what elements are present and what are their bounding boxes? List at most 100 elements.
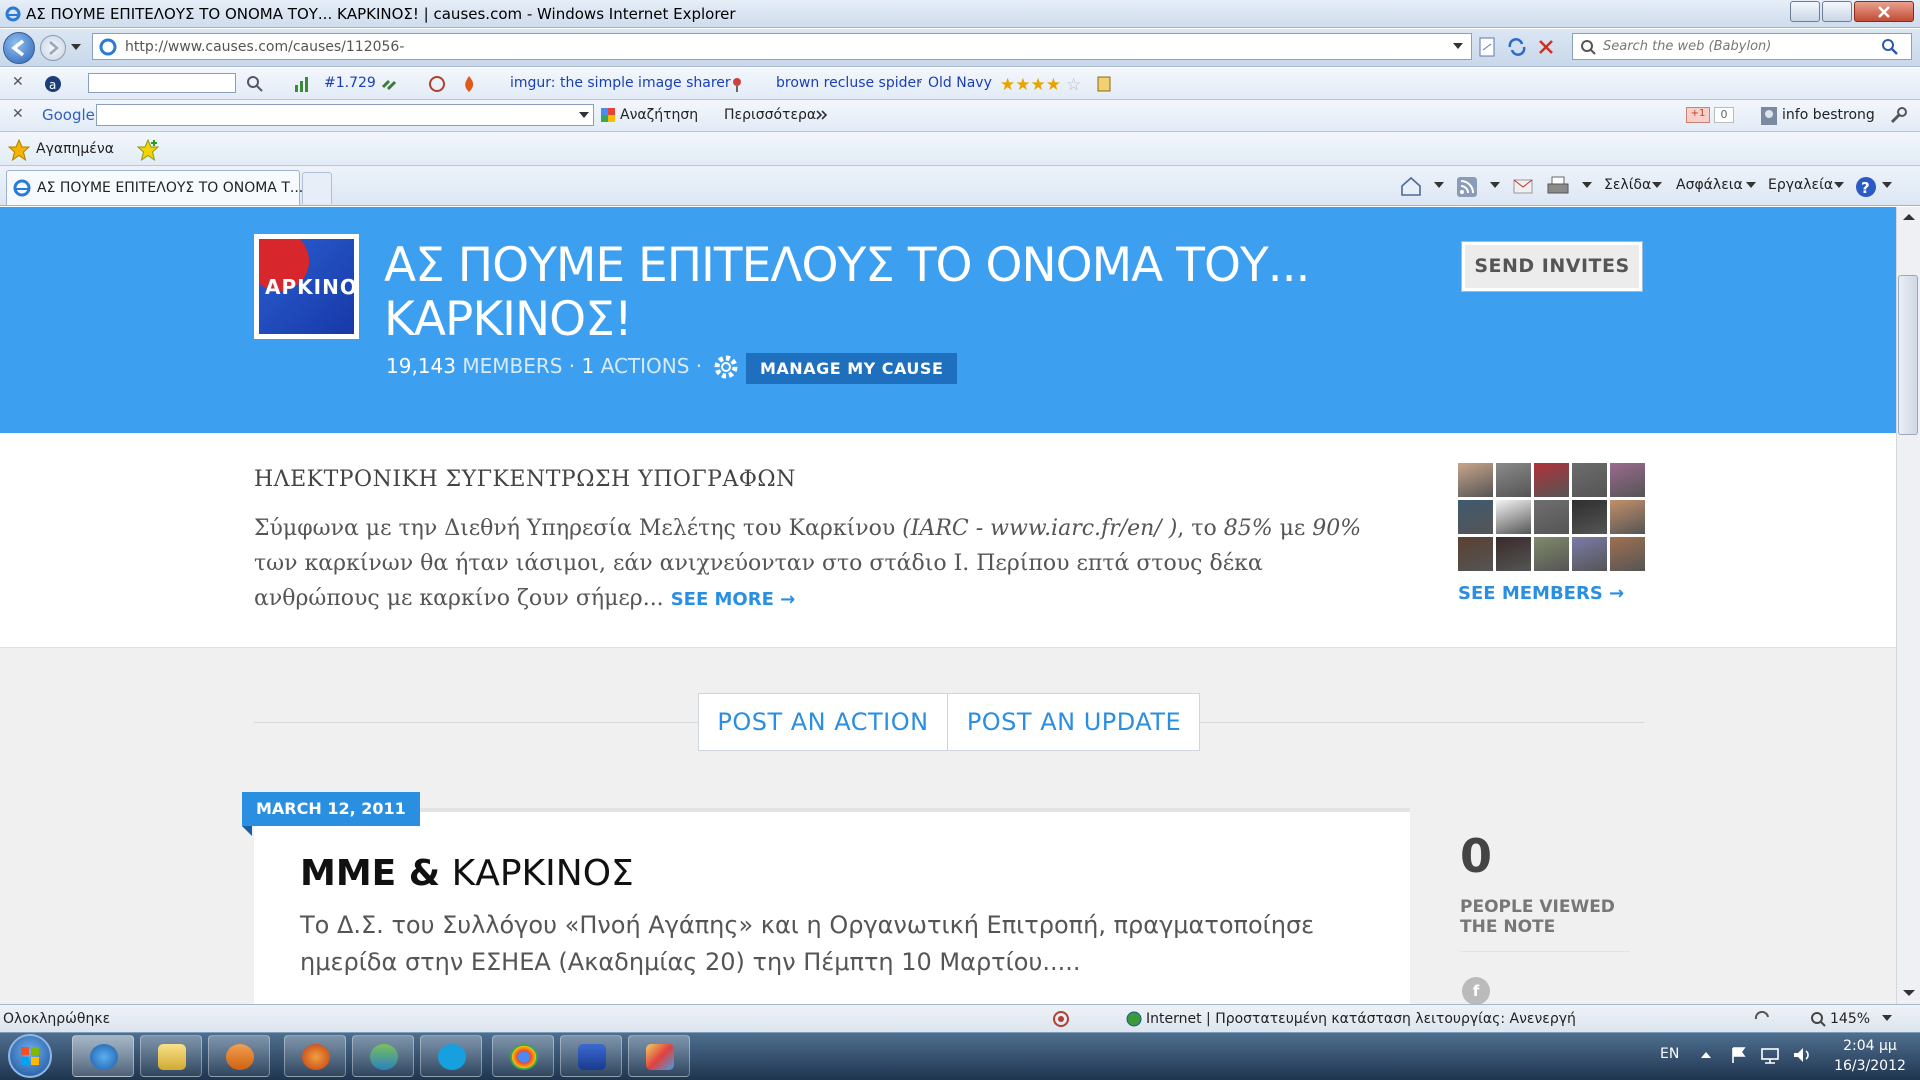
- start-button[interactable]: [8, 1034, 52, 1078]
- see-more-link[interactable]: SEE MORE →: [671, 589, 796, 610]
- forward-button[interactable]: [40, 35, 66, 61]
- taskbar-messenger[interactable]: [352, 1035, 414, 1077]
- scroll-up-icon[interactable]: [1903, 213, 1915, 221]
- security-zone[interactable]: Internet | Προστατευμένη κατάσταση λειτο…: [1146, 1011, 1576, 1027]
- back-button[interactable]: [3, 32, 35, 64]
- help-dropdown-icon[interactable]: [1882, 182, 1892, 190]
- system-clock[interactable]: 2:04 μμ 16/3/2012: [1828, 1036, 1912, 1076]
- google-search-input[interactable]: [96, 104, 594, 126]
- toolbar-logo-icon[interactable]: a: [44, 75, 62, 93]
- help-icon[interactable]: ?: [1854, 175, 1878, 199]
- taskbar-word[interactable]: [560, 1035, 622, 1077]
- members-count[interactable]: 19,143: [386, 354, 456, 378]
- magnifier-icon[interactable]: [246, 75, 264, 93]
- tray-expand-icon[interactable]: [1700, 1050, 1712, 1060]
- member-avatar[interactable]: [1572, 500, 1607, 534]
- taskbar-ie[interactable]: [72, 1035, 134, 1077]
- chevron-down-icon[interactable]: [579, 112, 589, 120]
- add-favorite-icon[interactable]: [136, 138, 162, 162]
- pin-icon[interactable]: [728, 75, 746, 93]
- taskbar-skype[interactable]: [420, 1035, 482, 1077]
- member-avatar[interactable]: [1496, 537, 1531, 571]
- gear-icon[interactable]: [712, 353, 740, 381]
- fire-icon[interactable]: [460, 74, 478, 94]
- wrench-icon[interactable]: [1888, 106, 1912, 126]
- actions-label[interactable]: ACTIONS: [601, 354, 690, 378]
- tab-active[interactable]: ΑΣ ΠΟΥΜΕ ΕΠΙΤΕΛΟΥΣ ΤΟ ΟΝΟΜΑ Τ...: [6, 170, 303, 205]
- history-dropdown-icon[interactable]: [70, 42, 82, 52]
- tools-menu-dropdown-icon[interactable]: [1834, 182, 1844, 190]
- note-title[interactable]: ΜΜΕ & ΚΑΡΚΙΝΟΣ: [300, 853, 634, 894]
- toolbar-link-spider[interactable]: brown recluse spider: [776, 75, 922, 91]
- refresh-icon[interactable]: [1507, 38, 1527, 56]
- action-center-flag-icon[interactable]: [1730, 1046, 1748, 1064]
- rank-value[interactable]: #1.729: [324, 75, 376, 91]
- member-avatar[interactable]: [1496, 500, 1531, 534]
- taskbar-paint[interactable]: [628, 1035, 690, 1077]
- address-dropdown-icon[interactable]: [1453, 43, 1463, 51]
- rss-feed-icon[interactable]: [1456, 176, 1478, 198]
- new-tab-button[interactable]: [302, 172, 332, 204]
- toolbar-close-icon[interactable]: ✕: [12, 106, 24, 122]
- facebook-icon[interactable]: f: [1462, 977, 1490, 1004]
- member-avatar[interactable]: [1534, 537, 1569, 571]
- member-avatar[interactable]: [1458, 463, 1493, 497]
- link-icon[interactable]: [380, 75, 400, 93]
- zoom-level[interactable]: 145%: [1830, 1011, 1870, 1027]
- taskbar-explorer[interactable]: [140, 1035, 202, 1077]
- google-more-button[interactable]: Περισσότερα: [724, 107, 816, 123]
- zoom-dropdown-icon[interactable]: [1882, 1015, 1892, 1023]
- maximize-button[interactable]: [1822, 1, 1852, 22]
- member-avatar[interactable]: [1496, 463, 1531, 497]
- send-invites-button[interactable]: SEND INVITES: [1462, 242, 1642, 291]
- print-icon[interactable]: [1546, 175, 1570, 197]
- cause-logo[interactable]: ΑΡΚΙΝΟ: [254, 234, 359, 339]
- actions-count[interactable]: 1: [582, 354, 595, 378]
- manage-cause-button[interactable]: MANAGE MY CAUSE: [746, 353, 958, 384]
- scroll-down-icon[interactable]: [1903, 989, 1915, 997]
- language-indicator[interactable]: EN: [1660, 1046, 1679, 1062]
- google-search-button[interactable]: Αναζήτηση: [620, 107, 698, 123]
- stop-icon[interactable]: [1537, 38, 1555, 56]
- member-avatar[interactable]: [1458, 537, 1493, 571]
- member-avatar[interactable]: [1534, 463, 1569, 497]
- post-action-button[interactable]: POST AN ACTION: [699, 694, 947, 750]
- toolbar-link-imgur[interactable]: imgur: the simple image sharer: [510, 75, 731, 91]
- member-avatar[interactable]: [1610, 463, 1645, 497]
- see-members-link[interactable]: SEE MEMBERS →: [1458, 583, 1624, 604]
- gplus-icon[interactable]: +1: [1686, 107, 1710, 123]
- taskbar-media-player[interactable]: [208, 1035, 270, 1077]
- page-menu[interactable]: Σελίδα: [1604, 177, 1651, 193]
- post-update-button[interactable]: POST AN UPDATE: [948, 694, 1200, 750]
- google-user-menu[interactable]: info bestrong: [1782, 107, 1875, 123]
- toolbar-link-oldnavy[interactable]: Old Navy: [928, 75, 992, 91]
- address-bar[interactable]: http://www.causes.com/causes/112056-: [92, 33, 1472, 60]
- member-avatar[interactable]: [1572, 537, 1607, 571]
- feed-dropdown-icon[interactable]: [1490, 182, 1500, 190]
- network-icon[interactable]: [1760, 1046, 1780, 1064]
- toolbar-search-input[interactable]: [88, 73, 236, 93]
- taskbar-firefox[interactable]: [284, 1035, 346, 1077]
- page-menu-dropdown-icon[interactable]: [1652, 182, 1662, 190]
- print-dropdown-icon[interactable]: [1582, 182, 1592, 190]
- toolbar-close-icon[interactable]: ✕: [12, 74, 24, 90]
- address-url[interactable]: http://www.causes.com/causes/112056-: [125, 39, 404, 55]
- search-icon[interactable]: [1881, 38, 1899, 56]
- search-box[interactable]: Search the web (Babylon): [1572, 33, 1912, 60]
- taskbar-chrome[interactable]: [492, 1035, 554, 1077]
- members-label[interactable]: MEMBERS: [462, 354, 562, 378]
- minimize-button[interactable]: [1790, 1, 1820, 22]
- rating-stars-icon[interactable]: ★★★★ ☆: [1000, 75, 1086, 93]
- safety-menu[interactable]: Ασφάλεια: [1676, 177, 1743, 193]
- member-avatar[interactable]: [1534, 500, 1569, 534]
- scrollbar-thumb[interactable]: [1898, 275, 1918, 435]
- mail-icon[interactable]: [1512, 176, 1534, 196]
- privacy-icon[interactable]: [1052, 1010, 1070, 1028]
- close-window-button[interactable]: [1854, 1, 1914, 22]
- member-avatar[interactable]: [1572, 463, 1607, 497]
- member-avatar[interactable]: [1610, 500, 1645, 534]
- popup-blocker-icon[interactable]: [428, 75, 446, 93]
- compatibility-view-icon[interactable]: [1477, 36, 1497, 58]
- member-avatar[interactable]: [1610, 537, 1645, 571]
- tools-menu[interactable]: Εργαλεία: [1768, 177, 1833, 193]
